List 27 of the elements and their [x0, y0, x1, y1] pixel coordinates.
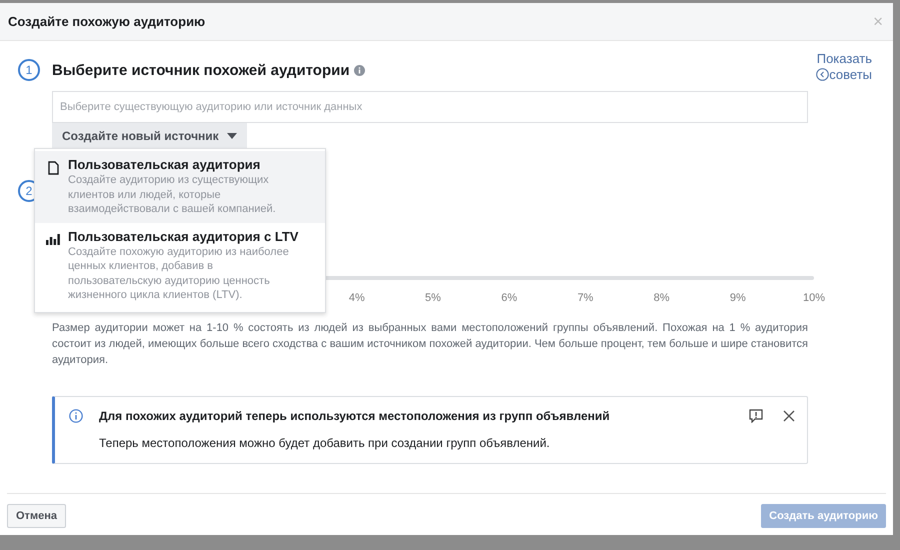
show-tips-link[interactable]: Показать советы: [816, 51, 872, 83]
create-source-dropdown[interactable]: Создайте новый источник: [52, 123, 247, 148]
audience-size-description: Размер аудитории может на 1-10 % состоять из людей из выбранных вами местоположений группы объявлений. Похожая на 1 % аудитория состоит из людей, имеющих больше всего сходства с вашим источником похожей аудитории. Чем больше процент, тем больше и шире становится аудитория.: [52, 321, 808, 368]
step-number: 1: [18, 59, 40, 81]
slider-tick-label: 4%: [348, 292, 365, 304]
bar-chart-icon: [46, 232, 60, 244]
close-icon[interactable]: [783, 410, 795, 422]
slider-tick-label: 10%: [802, 292, 826, 304]
dialog-title: Создайте похожую аудиторию: [8, 14, 206, 29]
notice-text: Теперь местоположения можно будет добавить при создании групп объявлений.: [99, 436, 551, 450]
source-field[interactable]: Выберите существующую аудиторию или источник данных: [52, 91, 808, 123]
caret-icon: [226, 132, 237, 138]
menu-item[interactable]: Пользовательская аудитория с LTV Создайте похожую аудиторию из наиболее ценных клиентов, добавив в пользовательскую аудиторию ценность жизненного цикла клиентов (LTV).: [35, 222, 325, 308]
chevron-left-icon: [816, 68, 830, 81]
slider-tick-label: 9%: [730, 292, 746, 304]
notice-title: Для похожих аудиторий теперь используются местоположения из групп объявлений: [99, 409, 611, 423]
cancel-button[interactable]: Отмена: [7, 504, 66, 528]
slider-tick-label: 5%: [425, 292, 441, 304]
slider-tick-label: 7%: [577, 292, 594, 304]
info-icon[interactable]: [354, 64, 365, 76]
slider-tick-label: 8%: [654, 292, 670, 304]
info-icon: [69, 409, 83, 423]
step-title: Выберите источник похожей аудитории: [52, 62, 350, 78]
menu-item[interactable]: Пользовательская аудитория Создайте аудиторию из существующих клиентов или людей, которые взаимодействовали с вашей компанией.: [35, 151, 325, 222]
feedback-icon[interactable]: [749, 409, 763, 423]
document-icon: [48, 161, 58, 175]
slider-tick-label: 6%: [501, 292, 518, 304]
